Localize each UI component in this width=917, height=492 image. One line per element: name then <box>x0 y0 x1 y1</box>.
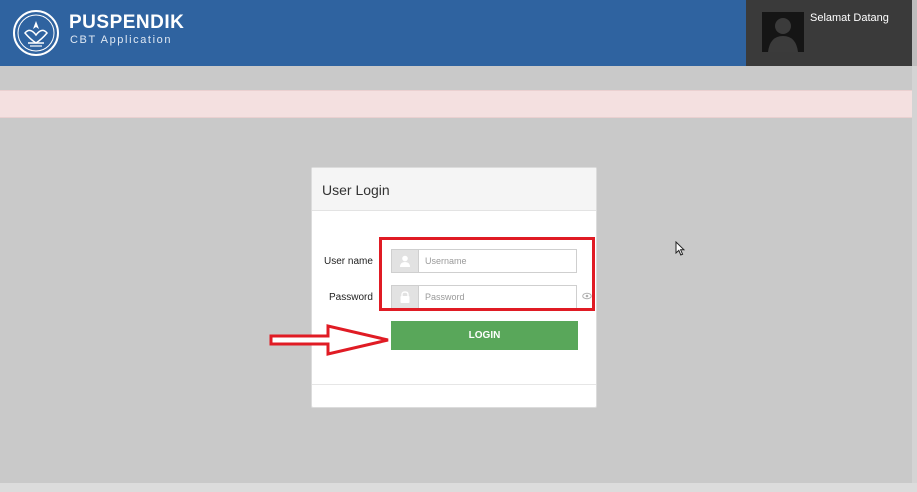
login-panel-header: User Login <box>312 168 596 211</box>
brand-subtitle: CBT Application <box>70 34 173 46</box>
avatar <box>762 12 804 52</box>
brand-title: PUSPENDIK <box>69 12 185 33</box>
mouse-pointer-icon <box>675 241 685 256</box>
top-header: PUSPENDIK CBT Application Selamat Datang <box>0 0 917 66</box>
alert-strip <box>0 90 912 118</box>
user-silhouette-icon <box>768 18 798 52</box>
user-box: Selamat Datang <box>746 0 912 66</box>
bottom-bar <box>0 483 917 492</box>
right-arrow-annotation-icon <box>269 324 389 356</box>
highlight-annotation-box <box>379 237 595 311</box>
header-edge <box>912 0 917 66</box>
login-panel-footer <box>312 384 596 385</box>
login-button[interactable]: LOGIN <box>391 321 578 350</box>
login-title: User Login <box>322 182 390 198</box>
right-edge <box>912 66 917 483</box>
welcome-text: Selamat Datang <box>810 12 889 24</box>
password-label: Password <box>329 292 373 303</box>
tut-wuri-handayani-logo <box>13 10 59 56</box>
username-label: User name <box>324 256 373 267</box>
